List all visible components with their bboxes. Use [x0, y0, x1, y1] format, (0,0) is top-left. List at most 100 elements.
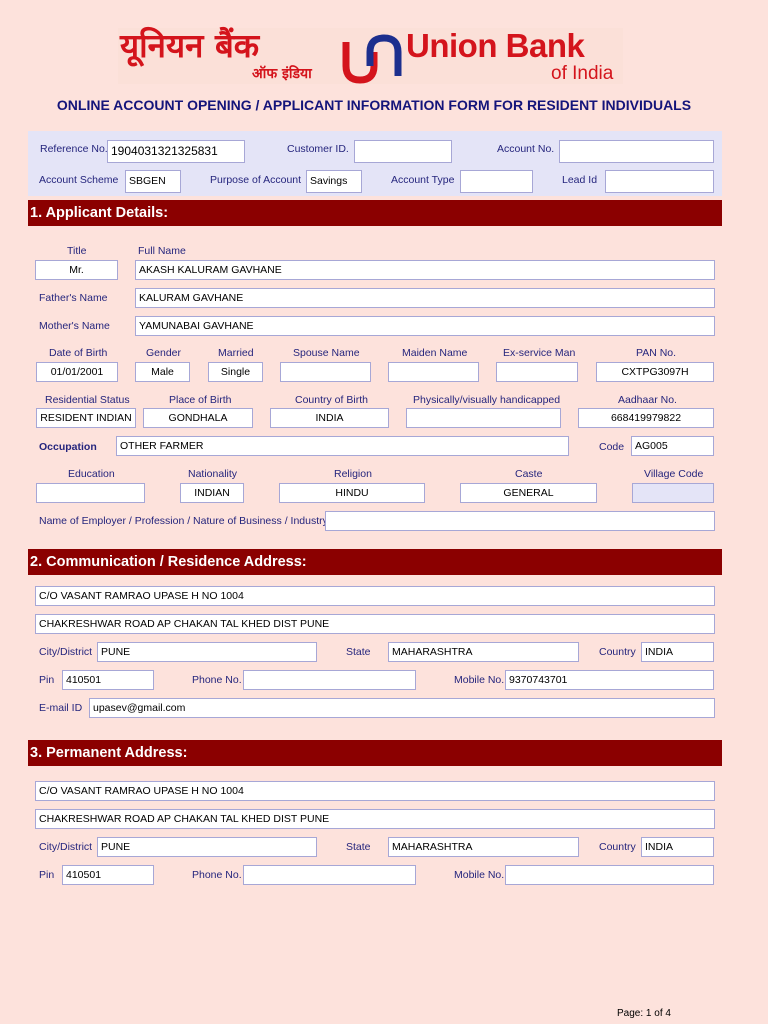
education-field[interactable]	[36, 483, 145, 503]
account-no-field[interactable]	[559, 140, 714, 163]
comm-state-field[interactable]: MAHARASHTRA	[388, 642, 579, 662]
village-code-label: Village Code	[644, 468, 704, 480]
title-label: Title	[67, 245, 87, 257]
maiden-name-field[interactable]	[388, 362, 479, 382]
father-name-label: Father's Name	[39, 292, 108, 304]
perm-country-field[interactable]: INDIA	[641, 837, 714, 857]
maiden-name-label: Maiden Name	[402, 347, 468, 359]
dob-label: Date of Birth	[49, 347, 108, 359]
ex-service-label: Ex-service Man	[503, 347, 576, 359]
father-name-field[interactable]: KALURAM GAVHANE	[135, 288, 715, 308]
comm-country-field[interactable]: INDIA	[641, 642, 714, 662]
purpose-field[interactable]: Savings	[306, 170, 362, 193]
married-label: Married	[218, 347, 254, 359]
lead-id-field[interactable]	[605, 170, 714, 193]
title-field[interactable]: Mr.	[35, 260, 118, 280]
religion-field[interactable]: HINDU	[279, 483, 425, 503]
full-name-label: Full Name	[138, 245, 186, 257]
residential-status-field[interactable]: RESIDENT INDIAN	[36, 408, 136, 428]
aadhaar-label: Aadhaar No.	[618, 394, 677, 406]
perm-mobile-field[interactable]	[505, 865, 714, 885]
full-name-field[interactable]: AKASH KALURAM GAVHANE	[135, 260, 715, 280]
comm-phone-label: Phone No.	[192, 674, 242, 686]
village-code-field[interactable]	[632, 483, 714, 503]
account-scheme-field[interactable]: SBGEN	[125, 170, 181, 193]
comm-pin-field[interactable]: 410501	[62, 670, 154, 690]
perm-state-field[interactable]: MAHARASHTRA	[388, 837, 579, 857]
perm-pin-field[interactable]: 410501	[62, 865, 154, 885]
comm-phone-field[interactable]	[243, 670, 416, 690]
perm-city-field[interactable]: PUNE	[97, 837, 317, 857]
perm-address-line2-field[interactable]: CHAKRESHWAR ROAD AP CHAKAN TAL KHED DIST…	[35, 809, 715, 829]
employer-field[interactable]	[325, 511, 715, 531]
comm-email-field[interactable]: upasev@gmail.com	[89, 698, 715, 718]
section-applicant-details: 1. Applicant Details:	[28, 200, 722, 226]
lead-id-label: Lead Id	[562, 174, 598, 186]
comm-mobile-field[interactable]: 9370743701	[505, 670, 714, 690]
comm-country-label: Country	[599, 646, 636, 658]
married-field[interactable]: Single	[208, 362, 263, 382]
logo-english-text: Union Bank	[406, 27, 585, 64]
comm-city-field[interactable]: PUNE	[97, 642, 317, 662]
account-scheme-label: Account Scheme	[39, 174, 119, 186]
reference-no-field[interactable]: 1904031321325831	[107, 140, 245, 163]
country-of-birth-field[interactable]: INDIA	[270, 408, 389, 428]
account-type-field[interactable]	[460, 170, 533, 193]
comm-email-label: E-mail ID	[39, 702, 83, 714]
purpose-label: Purpose of Account	[210, 174, 302, 186]
perm-pin-label: Pin	[39, 869, 55, 881]
nationality-field[interactable]: INDIAN	[180, 483, 244, 503]
education-label: Education	[68, 468, 115, 480]
section-communication-address: 2. Communication / Residence Address:	[28, 549, 722, 575]
place-of-birth-field[interactable]: GONDHALA	[143, 408, 253, 428]
caste-label: Caste	[515, 468, 543, 480]
nationality-label: Nationality	[188, 468, 238, 480]
comm-pin-label: Pin	[39, 674, 55, 686]
residential-status-label: Residential Status	[45, 394, 130, 406]
spouse-name-label: Spouse Name	[293, 347, 360, 359]
code-label: Code	[599, 441, 625, 453]
handicapped-field[interactable]	[406, 408, 561, 428]
gender-label: Gender	[146, 347, 182, 359]
form-title: ONLINE ACCOUNT OPENING / APPLICANT INFOR…	[56, 97, 692, 113]
mother-name-label: Mother's Name	[39, 320, 110, 332]
perm-mobile-label: Mobile No.	[454, 869, 505, 881]
customer-id-label: Customer ID.	[287, 143, 349, 155]
comm-state-label: State	[346, 646, 371, 658]
perm-country-label: Country	[599, 841, 636, 853]
comm-city-label: City/District	[39, 646, 93, 658]
account-no-label: Account No.	[497, 143, 555, 155]
gender-field[interactable]: Male	[135, 362, 190, 382]
perm-phone-label: Phone No.	[192, 869, 242, 881]
religion-label: Religion	[334, 468, 372, 480]
caste-field[interactable]: GENERAL	[460, 483, 597, 503]
country-of-birth-label: Country of Birth	[295, 394, 368, 406]
reference-no-label: Reference No.	[40, 143, 108, 155]
union-bank-logo-icon	[342, 34, 402, 84]
occupation-field[interactable]: OTHER FARMER	[116, 436, 569, 456]
mother-name-field[interactable]: YAMUNABAI GAVHANE	[135, 316, 715, 336]
aadhaar-field[interactable]: 668419979822	[578, 408, 714, 428]
spouse-name-field[interactable]	[280, 362, 371, 382]
perm-state-label: State	[346, 841, 371, 853]
logo-hindi-text: यूनियन बैंक	[120, 26, 260, 65]
employer-label: Name of Employer / Profession / Nature o…	[39, 515, 328, 527]
comm-mobile-label: Mobile No.	[454, 674, 505, 686]
logo-english-subtext: of India	[551, 63, 614, 84]
perm-phone-field[interactable]	[243, 865, 416, 885]
pan-label: PAN No.	[636, 347, 677, 359]
section-permanent-address: 3. Permanent Address:	[28, 740, 722, 766]
page-number: Page: 1 of 4	[617, 1008, 671, 1019]
ex-service-field[interactable]	[496, 362, 578, 382]
pan-field[interactable]: CXTPG3097H	[596, 362, 714, 382]
comm-address-line1-field[interactable]: C/O VASANT RAMRAO UPASE H NO 1004	[35, 586, 715, 606]
perm-address-line1-field[interactable]: C/O VASANT RAMRAO UPASE H NO 1004	[35, 781, 715, 801]
handicapped-label: Physically/visually handicapped	[413, 394, 561, 406]
logo-hindi-subtext: ऑफ इंडिया	[252, 66, 312, 82]
account-type-label: Account Type	[391, 174, 455, 186]
dob-field[interactable]: 01/01/2001	[36, 362, 118, 382]
code-field[interactable]: AG005	[631, 436, 714, 456]
comm-address-line2-field[interactable]: CHAKRESHWAR ROAD AP CHAKAN TAL KHED DIST…	[35, 614, 715, 634]
place-of-birth-label: Place of Birth	[169, 394, 232, 406]
customer-id-field[interactable]	[354, 140, 452, 163]
